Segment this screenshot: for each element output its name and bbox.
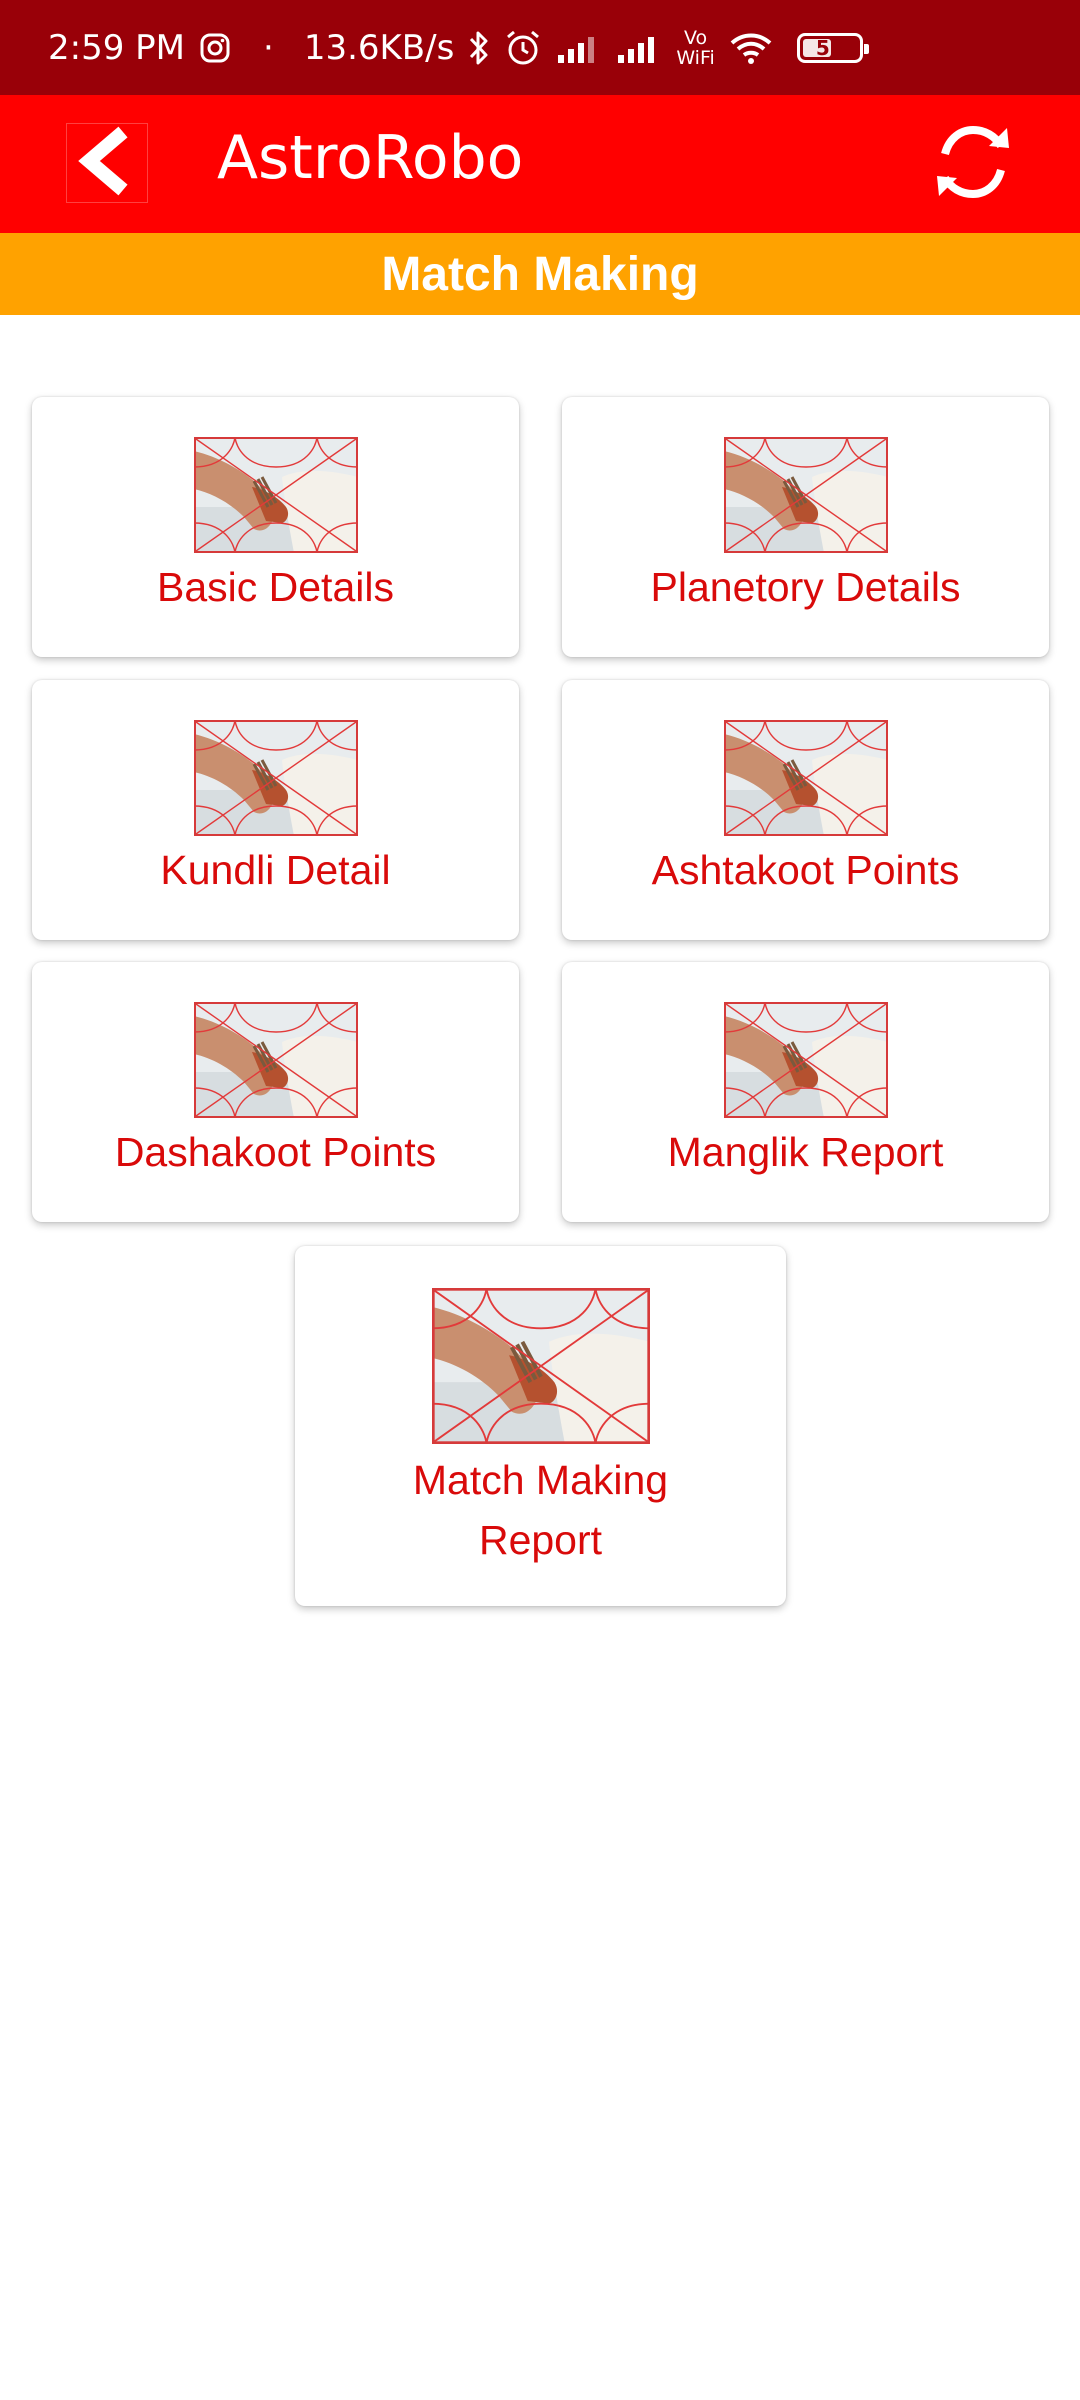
instagram-icon xyxy=(199,32,231,64)
alarm-icon xyxy=(504,29,542,67)
card-label: Dashakoot Points xyxy=(114,1129,437,1175)
chevron-left-icon xyxy=(75,126,139,201)
vowifi-top: Vo xyxy=(683,26,708,49)
battery-icon: 53 xyxy=(796,32,869,63)
ashtakoot-points-card[interactable]: Ashtakoot Points xyxy=(562,680,1049,940)
basic-details-card[interactable]: Basic Details xyxy=(32,397,519,657)
card-label: Ashtakoot Points xyxy=(651,847,960,893)
section-header: Match Making xyxy=(0,233,1080,315)
battery-level: 53 xyxy=(815,35,844,60)
refresh-icon xyxy=(931,124,1015,205)
card-label-line-2: Report xyxy=(478,1517,603,1563)
vowifi-icon: Vo WiFi xyxy=(676,28,714,68)
match-making-image xyxy=(724,720,888,836)
card-label: Kundli Detail xyxy=(160,847,391,893)
match-making-image xyxy=(432,1288,650,1444)
app-bar: AstroRobo xyxy=(0,95,1080,233)
card-label: Manglik Report xyxy=(667,1129,944,1175)
refresh-button[interactable] xyxy=(928,121,1018,207)
app-title: AstroRobo xyxy=(217,123,524,193)
back-button[interactable] xyxy=(66,123,148,203)
match-making-image xyxy=(194,1002,358,1118)
signal-icon xyxy=(616,33,662,63)
match-making-image xyxy=(194,437,358,553)
card-label-line-1: Match Making xyxy=(412,1457,669,1503)
match-making-image xyxy=(724,1002,888,1118)
wifi-icon xyxy=(729,31,773,65)
bluetooth-icon xyxy=(468,29,490,67)
card-label: Match Making Report xyxy=(413,1450,668,1570)
manglik-report-card[interactable]: Manglik Report xyxy=(562,962,1049,1222)
section-title: Match Making xyxy=(381,247,699,301)
status-time: 2:59 PM xyxy=(48,27,185,68)
match-making-image xyxy=(194,720,358,836)
network-speed: 13.6KB/s xyxy=(303,27,455,68)
status-dot: · xyxy=(263,27,274,68)
kundli-detail-card[interactable]: Kundli Detail xyxy=(32,680,519,940)
match-making-report-card[interactable]: Match Making Report xyxy=(295,1246,786,1606)
card-label: Planetory Details xyxy=(650,564,961,610)
signal-icon xyxy=(556,33,602,63)
match-making-image xyxy=(724,437,888,553)
dashakoot-points-card[interactable]: Dashakoot Points xyxy=(32,962,519,1222)
status-bar: 2:59 PM · 13.6KB/s Vo WiFi 53 xyxy=(0,0,1080,95)
card-label: Basic Details xyxy=(157,564,394,610)
vowifi-bottom: WiFi xyxy=(676,46,715,69)
planetory-details-card[interactable]: Planetory Details xyxy=(562,397,1049,657)
